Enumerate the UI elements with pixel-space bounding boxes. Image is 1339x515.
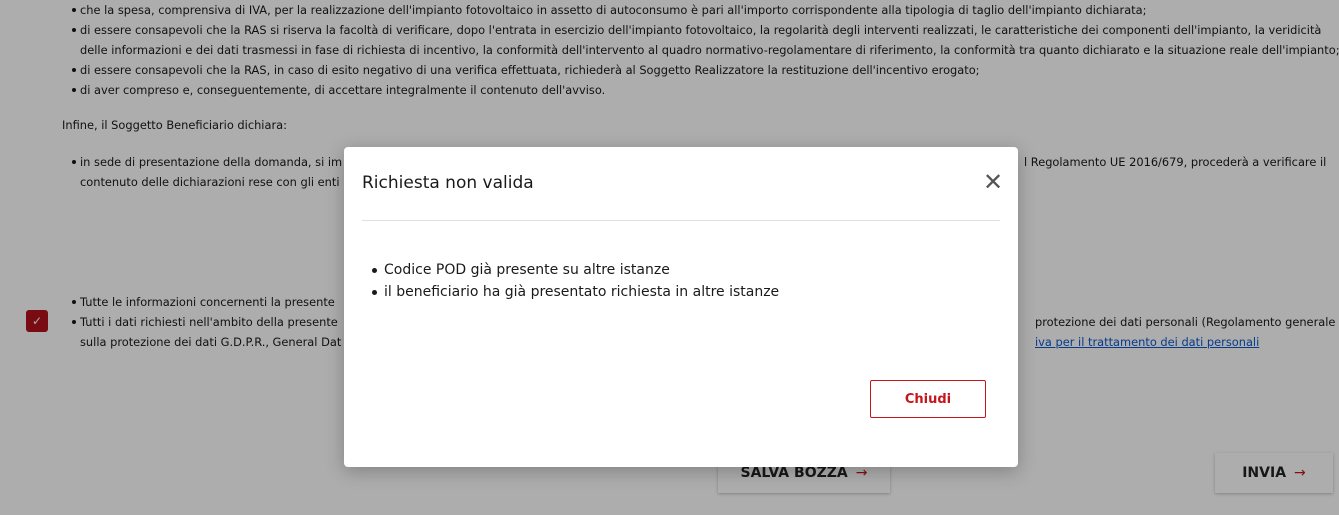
error-list: Codice POD già presente su altre istanze… bbox=[371, 259, 779, 303]
dialog-body: Codice POD già presente su altre istanze… bbox=[371, 259, 779, 303]
error-dialog: Richiesta non valida ✕ Codice POD già pr… bbox=[344, 147, 1018, 467]
close-button[interactable]: Chiudi bbox=[870, 380, 986, 418]
error-item: il beneficiario ha già presentato richie… bbox=[371, 281, 779, 303]
error-item: Codice POD già presente su altre istanze bbox=[371, 259, 779, 281]
dialog-title: Richiesta non valida bbox=[362, 173, 534, 193]
close-icon[interactable]: ✕ bbox=[980, 169, 1006, 195]
dialog-divider bbox=[362, 220, 1000, 221]
